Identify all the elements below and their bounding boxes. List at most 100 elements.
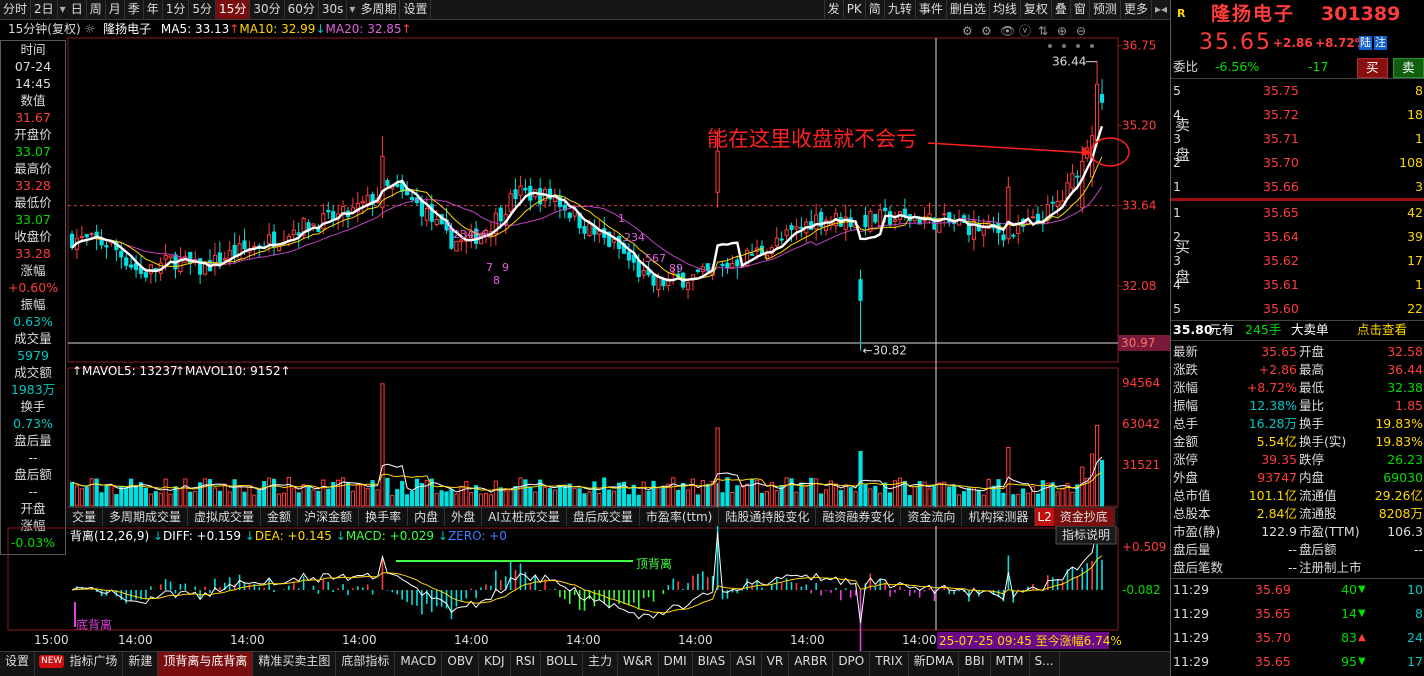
config-icon[interactable]: ⚙ <box>981 24 992 38</box>
indicator-20[interactable]: 新DMA <box>909 652 960 676</box>
volume-bar <box>291 487 296 507</box>
tab-1[interactable]: 多周期成交量 <box>103 508 189 526</box>
tool-8[interactable]: 叠 <box>1050 0 1070 19</box>
kline-chart[interactable]: 36.75 35.20 33.64 32.08 30.97 15:00 14:00 14:00… <box>0 20 1170 651</box>
period-6[interactable]: 年 <box>144 0 163 19</box>
period-5[interactable]: 季 <box>125 0 144 19</box>
indicator-15[interactable]: ASI <box>731 652 762 676</box>
period-14[interactable]: 设置 <box>400 0 432 19</box>
tab-12[interactable]: 融资融券变化 <box>816 508 902 526</box>
quote-price: 35.65 <box>1199 30 1272 55</box>
indicator-7[interactable]: OBV <box>442 652 479 676</box>
bottom-indicator-bar: 设置 NEW 指标广场 新建 顶背离与底背离 精准买卖主图 底部指标 MACD OBV KDJ RS… <box>0 651 1170 676</box>
period-9[interactable]: 15分 <box>216 0 251 19</box>
sell-button[interactable]: 卖 <box>1393 58 1424 78</box>
dea-line <box>71 555 1103 614</box>
period-2[interactable]: 日 <box>68 0 87 19</box>
indicator-13[interactable]: DMI <box>659 652 693 676</box>
tab-10[interactable]: 市盈率(ttm) <box>640 508 720 526</box>
chevron-down-icon[interactable]: ▾ <box>58 0 68 19</box>
tool-4[interactable]: 事件 <box>914 0 946 19</box>
volume-bar <box>1035 493 1041 507</box>
volume-bar <box>419 483 425 507</box>
stat-value: 93747 <box>1257 470 1297 485</box>
indicator-11[interactable]: 主力 <box>583 652 618 676</box>
tool-10[interactable]: 预测 <box>1088 0 1120 19</box>
tool-6[interactable]: 均线 <box>988 0 1020 19</box>
period-11[interactable]: 60分 <box>285 0 319 19</box>
tool-1[interactable]: PK <box>842 0 865 19</box>
swap-icon[interactable]: ⇅ <box>1038 24 1048 38</box>
tab-15[interactable]: 资金抄底 <box>1053 508 1115 526</box>
tab-3[interactable]: 金额 <box>261 508 299 526</box>
period-8[interactable]: 5分 <box>189 0 217 19</box>
tab-11[interactable]: 陆股通持股变化 <box>719 508 817 526</box>
indicator-help-label[interactable]: 指标说明 <box>1062 527 1110 542</box>
tool-3[interactable]: 九转 <box>883 0 915 19</box>
indicator-8[interactable]: KDJ <box>479 652 511 676</box>
tool-2[interactable]: 简 <box>864 0 884 19</box>
zoom-in-icon[interactable]: ⊕ <box>1057 24 1067 38</box>
tab-14[interactable]: 机构探测器 <box>962 508 1036 526</box>
period-1[interactable]: 2日 <box>31 0 58 19</box>
tool-5[interactable]: 删自选 <box>945 0 989 19</box>
indicator-4[interactable]: 精准买卖主图 <box>253 652 337 676</box>
indicator-23[interactable]: S... <box>1030 652 1060 676</box>
period-12[interactable]: 30s <box>319 0 348 19</box>
tool-7[interactable]: 复权 <box>1019 0 1051 19</box>
tab-5[interactable]: 换手率 <box>359 508 409 526</box>
indicator-18[interactable]: DPO <box>833 652 871 676</box>
indicator-3[interactable]: 顶背离与底背离 <box>158 652 254 676</box>
indicator-17[interactable]: ARBR <box>789 652 834 676</box>
indicator-14[interactable]: BIAS <box>693 652 732 676</box>
indicator-1[interactable]: 指标广场 <box>64 652 124 676</box>
tab-6[interactable]: 内盘 <box>408 508 446 526</box>
arrow-up-icon: ▲ <box>1358 632 1366 643</box>
tool-9[interactable]: 窗 <box>1069 0 1089 19</box>
tool-11[interactable]: 更多 <box>1119 0 1151 19</box>
seq-mark: 3 <box>460 228 467 241</box>
macd-legend: 背离(12,26,9) ↓DIFF: +0.159 ↓DEA: +0.145 ↓… <box>70 528 507 543</box>
tab-0[interactable]: 交量 <box>66 508 104 526</box>
period-0[interactable]: 分时 <box>0 0 32 19</box>
period-10[interactable]: 30分 <box>250 0 285 19</box>
indicator-2[interactable]: 新建 <box>123 652 159 676</box>
chevron-down-icon[interactable]: ▾ <box>347 0 357 19</box>
period-7[interactable]: 1分 <box>163 0 190 19</box>
indicator-21[interactable]: BBI <box>959 652 991 676</box>
indicator-6[interactable]: MACD <box>395 652 443 676</box>
time-axis-label: 14:00 <box>790 633 825 647</box>
indicator-12[interactable]: W&R <box>618 652 659 676</box>
view-link[interactable]: 点击查看 <box>1357 321 1407 339</box>
indicator-5[interactable]: 底部指标 <box>336 652 396 676</box>
tool-0[interactable]: 发 <box>823 0 843 19</box>
indicator-22[interactable]: MTM <box>991 652 1030 676</box>
indicator-19[interactable]: TRIX <box>870 652 909 676</box>
volume-bar <box>503 490 508 507</box>
buy-price: 35.65 <box>1263 205 1299 220</box>
eye-icon[interactable]: 👁 <box>1000 24 1015 38</box>
indicator-0[interactable]: 设置 <box>0 652 36 676</box>
buy-button[interactable]: 买 <box>1357 58 1388 78</box>
visibility-icon[interactable]: ⓥ <box>1019 24 1031 38</box>
arrow-right-icon[interactable]: ▸◂ <box>1150 0 1170 19</box>
indicator-16[interactable]: VR <box>762 652 790 676</box>
tab-4[interactable]: 沪深金额 <box>298 508 360 526</box>
period-4[interactable]: 月 <box>106 0 125 19</box>
stat-row-11: 盘后量 -- 盘后额 -- <box>1171 541 1424 559</box>
stat-label: 涨跌 <box>1173 362 1199 377</box>
volume-bar <box>681 482 686 507</box>
tab-7[interactable]: 外盘 <box>445 508 483 526</box>
tab-2[interactable]: 虚拟成交量 <box>188 508 262 526</box>
period-13[interactable]: 多周期 <box>357 0 401 19</box>
period-3[interactable]: 周 <box>87 0 106 19</box>
zoom-out-icon[interactable]: ⊖ <box>1076 24 1086 38</box>
indicator-9[interactable]: RSI <box>511 652 542 676</box>
tab-13[interactable]: 资金流向 <box>901 508 963 526</box>
tab-8[interactable]: AI立桩成交量 <box>482 508 567 526</box>
volume-bar <box>217 490 222 507</box>
settings-icon[interactable]: ⚙ <box>962 24 973 38</box>
indicator-10[interactable]: BOLL <box>541 652 583 676</box>
tab-9[interactable]: 盘后成交量 <box>567 508 640 526</box>
dot-icon <box>1048 44 1052 48</box>
